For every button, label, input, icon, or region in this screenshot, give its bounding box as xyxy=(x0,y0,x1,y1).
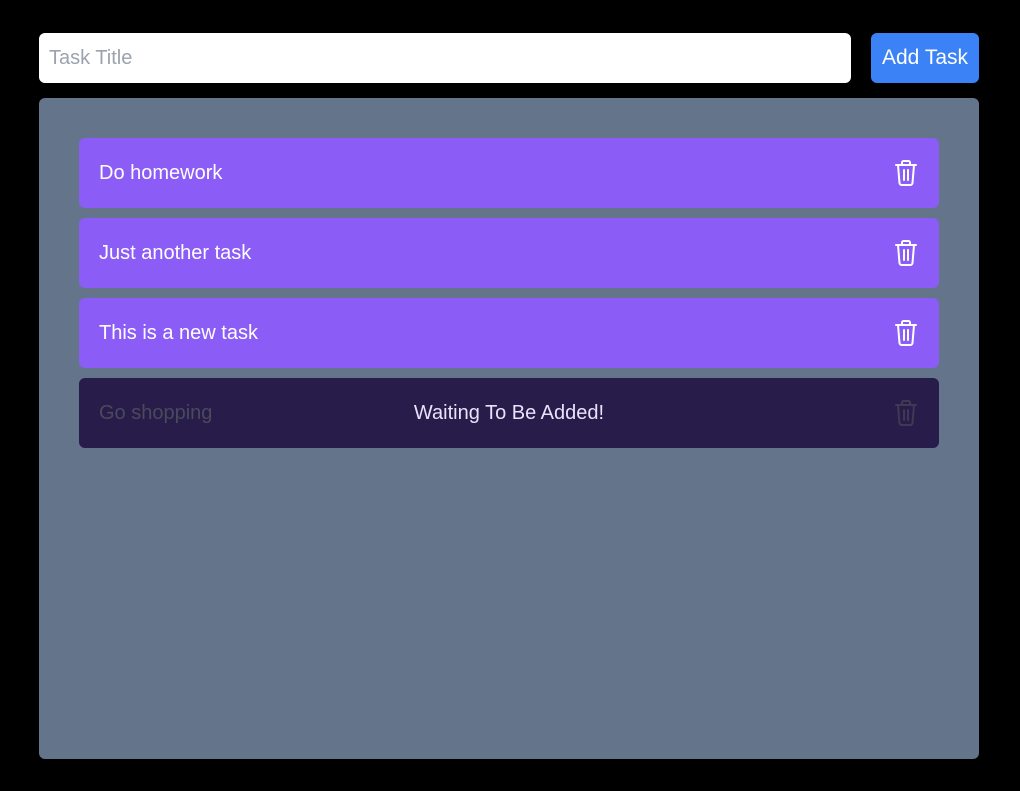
task-title: Just another task xyxy=(99,241,252,264)
pending-task-item: Go shopping Waiting To Be Added! xyxy=(79,378,939,448)
task-form: Add Task xyxy=(39,33,979,83)
trash-icon[interactable] xyxy=(893,238,919,268)
task-item[interactable]: Do homework xyxy=(79,138,939,208)
trash-icon[interactable] xyxy=(893,158,919,188)
task-title: Go shopping xyxy=(99,401,213,424)
task-item[interactable]: Just another task xyxy=(79,218,939,288)
trash-icon[interactable] xyxy=(893,318,919,348)
task-title: Do homework xyxy=(99,161,223,184)
add-task-button[interactable]: Add Task xyxy=(871,33,979,83)
trash-icon xyxy=(893,398,919,428)
task-board: Do homework Just another task This is a … xyxy=(39,98,979,759)
task-list: Do homework Just another task This is a … xyxy=(79,138,939,448)
task-item[interactable]: This is a new task xyxy=(79,298,939,368)
task-title-input[interactable] xyxy=(39,33,851,83)
task-title: This is a new task xyxy=(99,321,258,344)
